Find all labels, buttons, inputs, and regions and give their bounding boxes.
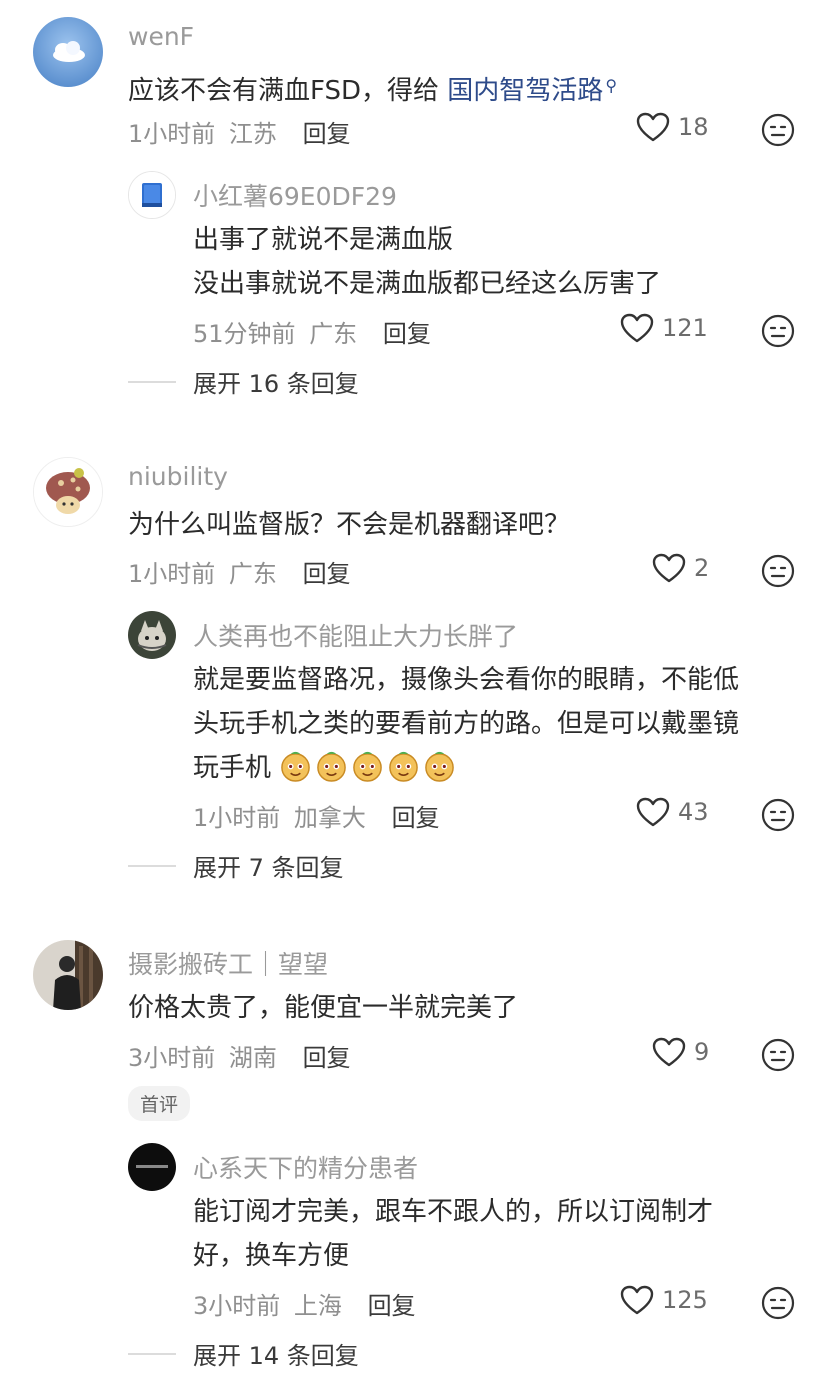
like-button[interactable]: 43 [636,797,709,827]
heart-icon [620,1285,654,1315]
mushroom-avatar-image [34,458,102,526]
reply-location: 广东 [309,320,358,348]
like-count: 18 [678,113,709,141]
person-photo-avatar-image [33,940,103,1010]
comment-text-body: 应该不会有满血FSD，得给 [128,76,448,106]
avatar-reply[interactable] [128,171,176,219]
reply-text-line-2: 头玩手机之类的要看前方的路。但是可以戴墨镜 [193,709,740,739]
sticker-face-icon [425,751,455,782]
reply-text-line-1: 就是要监督路况，摄像头会看你的眼睛，不能低 [193,665,740,695]
like-count: 2 [694,554,710,582]
reply-time: 51分钟前 [193,320,296,348]
expand-replies-button[interactable]: 展开 16 条回复 [193,364,359,399]
reply-button[interactable]: 回复 [392,804,440,832]
reply-text-line-3: 玩手机 [193,747,459,790]
expand-replies-button[interactable]: 展开 14 条回复 [193,1336,359,1371]
notebook-avatar-image [129,172,175,218]
reply-author[interactable]: 小红薯69E0DF29 [193,177,397,213]
avatar-reply[interactable] [128,611,176,659]
black-text-avatar-image [128,1143,176,1191]
like-button[interactable]: 2 [652,553,709,583]
comment-meta: 1小时前 广东 回复 [128,554,351,589]
sky-cloud-avatar-image [33,17,103,87]
reply-button[interactable]: 回复 [368,1292,416,1320]
search-icon[interactable]: ⚲ [605,76,617,95]
neutral-face-icon[interactable] [761,113,795,147]
reply-location: 加拿大 [293,804,366,832]
comment-text: 价格太贵了，能便宜一半就完美了 [128,993,519,1023]
like-count: 43 [678,798,709,826]
expand-replies-button[interactable]: 展开 7 条回复 [193,848,344,883]
reply-button[interactable]: 回复 [303,1044,351,1072]
comment-time: 3小时前 [128,1044,216,1072]
search-link[interactable]: 国内智驾活路 [447,76,603,106]
comment-text: 应该不会有满血FSD，得给 国内智驾活路 ⚲ [128,64,617,113]
expand-divider [128,1353,176,1355]
sticker-face-icon [281,751,311,782]
heart-icon [620,313,654,343]
comment-author[interactable]: wenF [128,22,194,51]
like-button[interactable]: 125 [620,1285,708,1315]
reply-meta: 51分钟前 广东 回复 [193,314,431,349]
reply-button[interactable]: 回复 [383,320,431,348]
comment-location: 广东 [228,560,277,588]
expand-divider [128,381,176,383]
comment-author[interactable]: niubility [128,462,228,491]
sticker-row [279,751,459,783]
heart-icon [636,797,670,827]
comment-location: 江苏 [228,120,277,148]
reply-author[interactable]: 心系天下的精分患者 [193,1149,418,1185]
reply-text-line-2: 好，换车方便 [193,1241,350,1271]
cat-avatar-image [128,611,176,659]
neutral-face-icon[interactable] [761,1038,795,1072]
first-comment-badge: 首评 [128,1086,191,1121]
avatar-wenf[interactable] [33,17,103,87]
heart-icon [652,1037,686,1067]
comment-meta: 3小时前 湖南 回复 [128,1038,351,1073]
reply-text-line-1: 出事了就说不是满血版 [193,225,454,255]
reply-meta: 3小时前 上海 回复 [193,1286,416,1321]
reply-location: 上海 [293,1292,342,1320]
comment-location: 湖南 [228,1044,277,1072]
like-count: 125 [662,1286,708,1314]
comment-time: 1小时前 [128,560,216,588]
reply-text-line-2: 没出事就说不是满血版都已经这么厉害了 [193,269,662,299]
sticker-face-icon [353,751,383,782]
expand-divider [128,865,176,867]
reply-button[interactable]: 回复 [303,120,351,148]
neutral-face-icon[interactable] [761,1286,795,1320]
heart-icon [636,112,670,142]
reply-button[interactable]: 回复 [303,560,351,588]
reply-meta: 1小时前 加拿大 回复 [193,798,440,833]
comment-text: 为什么叫监督版？不会是机器翻译吧？ [128,510,571,540]
like-button[interactable]: 121 [620,313,708,343]
like-button[interactable]: 18 [636,112,709,142]
like-count: 121 [662,314,708,342]
reply-time: 1小时前 [193,804,281,832]
heart-icon [652,553,686,583]
neutral-face-icon[interactable] [761,314,795,348]
sticker-face-icon [317,751,347,782]
avatar-photographer[interactable] [33,940,103,1010]
avatar-niubility[interactable] [33,457,103,527]
reply-text-line-3-body: 玩手机 [193,753,272,783]
comment-meta: 1小时前 江苏 回复 [128,114,351,149]
reply-time: 3小时前 [193,1292,281,1320]
reply-author[interactable]: 人类再也不能阻止大力长胖了 [193,617,518,653]
like-count: 9 [694,1038,710,1066]
sticker-face-icon [389,751,419,782]
neutral-face-icon[interactable] [761,554,795,588]
neutral-face-icon[interactable] [761,798,795,832]
like-button[interactable]: 9 [652,1037,709,1067]
avatar-reply[interactable] [128,1143,176,1191]
comment-time: 1小时前 [128,120,216,148]
reply-text-line-1: 能订阅才完美，跟车不跟人的，所以订阅制才 [193,1197,714,1227]
comment-author[interactable]: 摄影搬砖工｜望望 [128,945,328,981]
